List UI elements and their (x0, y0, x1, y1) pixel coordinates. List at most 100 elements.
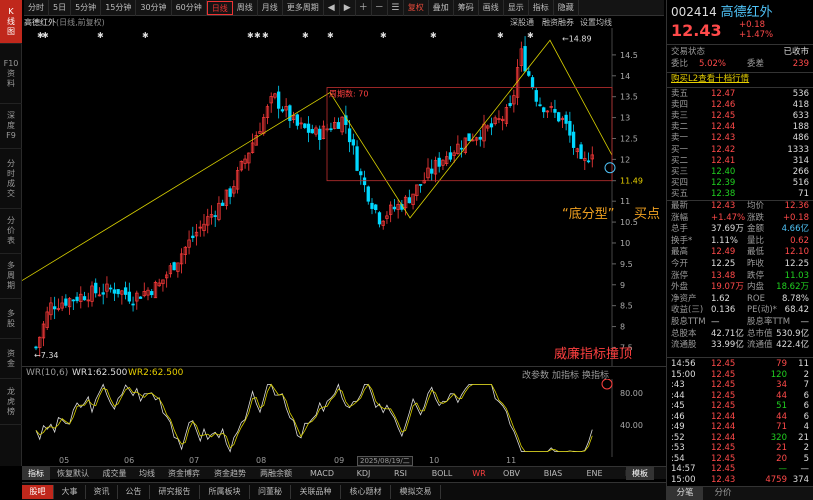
candle (34, 346, 38, 349)
ind-tab-18[interactable]: 模板 (626, 467, 654, 480)
bottom-tab-3[interactable]: 公告 (118, 485, 150, 499)
quote-panel: 002414 高德红外 12.43 +0.18 +1.47% 交易状态 已收市 委… (666, 0, 813, 500)
toolbar-right-4[interactable]: 显示 (504, 0, 529, 16)
candle (418, 184, 423, 186)
next-icon[interactable]: ▶ (340, 0, 356, 16)
period-7[interactable]: 周线 (233, 0, 258, 16)
period-1[interactable]: 5日 (49, 0, 72, 16)
candle (123, 287, 128, 295)
hk-connect-link[interactable]: 深股通 (510, 17, 534, 28)
bottom-tab-9[interactable]: 模拟交易 (391, 485, 441, 499)
nav-item-5[interactable]: 多 周 期 (0, 254, 22, 299)
nav-item-1[interactable]: F10 资 料 (0, 44, 22, 104)
tab-fenjia[interactable]: 分价 (705, 487, 741, 500)
ind-tab-6[interactable]: 两融余额 (253, 467, 299, 480)
stat-label-a: 最高 (671, 247, 689, 258)
ind-tab-13[interactable]: BIAS (530, 467, 576, 480)
ind-tab-10[interactable]: BOLL (419, 467, 465, 480)
ind-tab-14[interactable]: ENE (576, 467, 613, 480)
nav-item-4[interactable]: 分 价 表 (0, 209, 22, 254)
tick-count: 374 (792, 474, 809, 485)
period-4[interactable]: 30分钟 (136, 0, 172, 16)
prev-icon[interactable]: ◀ (324, 0, 340, 16)
bid-row-3: 买四 12.39 516 (671, 178, 809, 189)
period-3[interactable]: 15分钟 (101, 0, 137, 16)
ma-setting-link[interactable]: 设置均线 (580, 17, 612, 28)
stat-row-6: 涨停 13.48 跌停 11.03 (671, 271, 809, 282)
menu-icon[interactable]: ☰ (388, 0, 404, 16)
candle (64, 298, 68, 306)
period-9[interactable]: 更多周期 (283, 0, 324, 16)
ind-tab-9[interactable]: RSI (382, 467, 419, 480)
tick-count: 5 (803, 453, 809, 464)
ind-tab-8[interactable]: KDJ (345, 467, 382, 480)
ind-tab-5[interactable]: 资金趋势 (207, 467, 253, 480)
tick-row-0: 14:56 12.45 79 11 (671, 359, 809, 369)
ind-tab-1[interactable]: 恢复默认 (50, 467, 96, 480)
stat-value-a: 12.43 (711, 201, 736, 211)
candle (213, 215, 217, 217)
nav-item-7[interactable]: 资 金 (0, 339, 22, 379)
ask-row-2: 卖三 12.45 633 (671, 111, 809, 122)
toolbar-right-3[interactable]: 画线 (479, 0, 504, 16)
margin-link[interactable]: 融资融券 (542, 17, 574, 28)
ind-tab-11[interactable]: WR (465, 467, 493, 480)
tab-fenbi[interactable]: 分笔 (667, 487, 703, 500)
toolbar-right-6[interactable]: 隐藏 (554, 0, 579, 16)
candle (351, 139, 355, 146)
candle (430, 168, 434, 174)
zoom-in-icon[interactable]: ＋ (356, 0, 372, 16)
price-tick-1: 14 (620, 72, 630, 81)
kline-chart[interactable]: 14.51413.51312.51211.491110.5109.598.587… (22, 28, 666, 366)
ask-volume: 536 (792, 89, 809, 99)
period-0[interactable]: 分时 (24, 0, 49, 16)
bottom-tab-1[interactable]: 大事 (54, 485, 86, 499)
ind-tab-4[interactable]: 资金博弈 (161, 467, 207, 480)
bottom-tab-4[interactable]: 研究报告 (150, 485, 200, 499)
toolbar-right-0[interactable]: 复权 (404, 0, 429, 16)
zoom-out-icon[interactable]: － (372, 0, 388, 16)
ask-volume: 633 (792, 111, 809, 121)
stat-label-b: 涨跌 (747, 212, 765, 223)
period-2[interactable]: 5分钟 (71, 0, 102, 16)
event-marker-11: ✱ (497, 31, 504, 40)
period-6[interactable]: 日线 (206, 0, 233, 15)
ind-tab-2[interactable]: 成交量 (96, 467, 133, 480)
tick-count: 4 (803, 422, 809, 432)
stat-value-a: 1.11% (711, 235, 739, 246)
price-tick-3: 13 (620, 114, 630, 123)
tick-time: :46 (671, 411, 685, 422)
x-label-5: 10 (429, 456, 440, 465)
bottom-tab-2[interactable]: 资讯 (86, 485, 118, 499)
period-8[interactable]: 月线 (258, 0, 283, 16)
ind-tab-3[interactable]: 均线 (133, 467, 161, 480)
bottom-tab-5[interactable]: 所属板块 (200, 485, 250, 499)
stat-label-a: 总手 (671, 224, 689, 235)
bottom-tab-6[interactable]: 问董秘 (250, 485, 291, 499)
bottom-tab-8[interactable]: 核心题材 (341, 485, 391, 499)
nav-item-2[interactable]: 深 度 F9 (0, 104, 22, 149)
nav-item-8[interactable]: 龙 虎 榜 (0, 379, 22, 425)
candle (374, 204, 378, 211)
nav-item-0[interactable]: K 线 图 (0, 0, 22, 44)
bottom-tab-7[interactable]: 关联品种 (291, 485, 341, 499)
ask-price: 12.44 (711, 122, 736, 132)
price-pct: +1.47% (739, 30, 774, 40)
toolbar-right-2[interactable]: 筹码 (454, 0, 479, 16)
stat-label-b: 昨收 (747, 259, 765, 269)
bottom-tab-0[interactable]: 股吧 (22, 485, 54, 499)
stat-value-a: 1.62 (711, 293, 730, 304)
ind-tab-12[interactable]: OBV (493, 467, 530, 480)
weicha-value: 239 (792, 59, 809, 69)
stat-label-b: PE(动)* (747, 305, 777, 316)
period-5[interactable]: 60分钟 (172, 0, 207, 16)
ind-tab-0[interactable]: 指标 (22, 467, 50, 480)
l2-link[interactable]: 购买L2查看十档行情 (671, 74, 809, 85)
toolbar-right-1[interactable]: 叠加 (429, 0, 454, 16)
nav-item-3[interactable]: 分 时 成 交 (0, 149, 22, 209)
toolbar-right-5[interactable]: 指标 (529, 0, 554, 16)
ind-tab-7[interactable]: MACD (299, 467, 345, 480)
nav-item-6[interactable]: 多 股 (0, 299, 22, 339)
candle (116, 289, 120, 295)
tick-price: 12.45 (711, 453, 736, 464)
